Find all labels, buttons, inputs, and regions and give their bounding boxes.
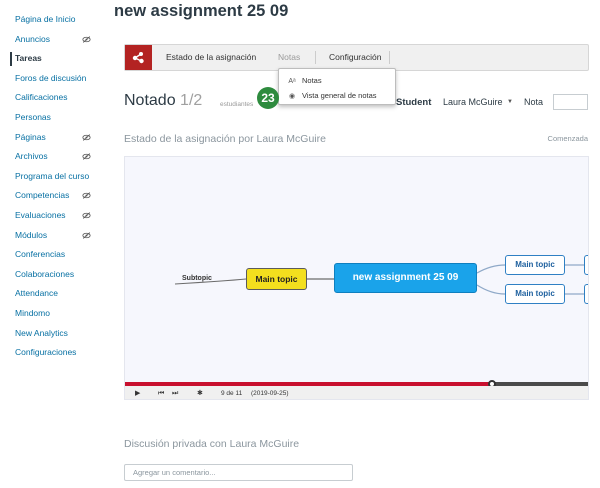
sidebar-item-label: Personas (15, 111, 51, 122)
sidebar-item-label: Competencias (15, 190, 70, 201)
tab-notes[interactable]: Notas (278, 45, 300, 70)
sidebar-item-label: Páginas (15, 131, 46, 142)
graded-label: Notado (124, 92, 176, 109)
graded-summary: Notado 1/2 (124, 92, 202, 110)
step-badge: 23 (257, 87, 279, 109)
play-icon[interactable]: ▶ (135, 388, 140, 399)
sidebar-item-label: Foros de discusión (15, 72, 87, 83)
tab-configuration[interactable]: Configuración (329, 45, 381, 70)
menu-item-overview-label: Vista general de notas (302, 91, 377, 100)
mindmap-subtopic[interactable]: Subtopic (182, 275, 212, 282)
sidebar-item[interactable]: Colaboraciones (0, 265, 100, 285)
sidebar-item-label: New Analytics (15, 327, 68, 338)
mindmap-left-topic[interactable]: Main topic (246, 268, 307, 290)
toolbar-divider (389, 51, 390, 64)
mindmap-right-topic-1[interactable]: Main topic (505, 255, 565, 275)
sidebar-item-label: Página de Inicio (15, 14, 76, 24)
eye-slash-icon (82, 35, 91, 43)
sidebar-item[interactable]: Evaluaciones (0, 206, 100, 226)
assignment-status-heading: Estado de la asignación por Laura McGuir… (124, 133, 326, 145)
private-discussion-heading: Discusión privada con Laura McGuire (124, 438, 300, 450)
sidebar-item[interactable]: Anuncios (0, 30, 100, 50)
sidebar-item[interactable]: New Analytics (0, 324, 100, 344)
gear-icon[interactable]: ✱ (197, 388, 203, 399)
sidebar-item[interactable]: Mindomo (0, 304, 100, 324)
mindomo-logo-icon[interactable] (125, 45, 152, 70)
mindmap-central-topic[interactable]: new assignment 25 09 (334, 263, 477, 293)
step-date: (2019-09-25) (251, 390, 289, 397)
eye-slash-icon (82, 133, 91, 141)
notes-dropdown-menu: Aᵃ Notas ◉ Vista general de notas (278, 68, 396, 105)
sidebar-item-label: Programa del curso (15, 170, 90, 181)
sidebar-item[interactable]: Página de Inicio (0, 10, 100, 30)
sidebar-item[interactable]: Archivos (0, 147, 100, 167)
mindmap-offscreen-node[interactable] (584, 284, 588, 304)
sidebar-item[interactable]: Attendance (0, 284, 100, 304)
skip-previous-icon[interactable]: ⏮ (158, 388, 164, 399)
sidebar-item[interactable]: Tareas (0, 49, 100, 69)
sidebar-item[interactable]: Personas (0, 108, 100, 128)
eye-icon: ◉ (288, 93, 296, 100)
grade-label: Nota (524, 97, 544, 107)
mindmap-viewer[interactable]: Subtopic Main topic new assignment 25 09… (124, 156, 589, 400)
sidebar-item[interactable]: Programa del curso (0, 167, 100, 187)
chevron-down-icon[interactable]: ▼ (507, 99, 513, 105)
sidebar-item-label: Mindomo (15, 307, 50, 318)
tab-assignment-status[interactable]: Estado de la asignación (166, 45, 256, 70)
sidebar-item[interactable]: Configuraciones (0, 343, 100, 363)
eye-slash-icon (82, 153, 91, 160)
sidebar-item-label: Attendance (15, 288, 59, 299)
sidebar-item-label: Configuraciones (15, 347, 77, 358)
grade-input[interactable] (553, 94, 588, 110)
sidebar-item[interactable]: Páginas (0, 128, 100, 148)
eye-slash-icon (82, 192, 91, 200)
sidebar-item-label: Evaluaciones (15, 209, 66, 220)
sidebar-item-label: Anuncios (15, 33, 50, 44)
menu-item-notes-label: Notas (302, 76, 322, 85)
sidebar-item-label: Módulos (15, 229, 48, 240)
sidebar-item[interactable]: Módulos (0, 226, 100, 246)
eye-slash-icon (82, 212, 91, 219)
sidebar-item-label: Conferencias (15, 249, 66, 260)
mindmap-offscreen-node[interactable] (584, 255, 588, 275)
graded-count: 1/2 (180, 92, 203, 109)
menu-item-notes[interactable]: Aᵃ Notas (287, 75, 322, 87)
mindmap-right-topic-2[interactable]: Main topic (505, 284, 565, 304)
sidebar-item-label: Colaboraciones (15, 268, 75, 279)
page-title: new assignment 25 09 (114, 2, 289, 20)
sidebar-item-label: Tareas (15, 53, 42, 64)
sidebar-item[interactable]: Foros de discusión (0, 69, 100, 89)
toolbar-divider (315, 51, 316, 64)
sidebar-item[interactable]: Conferencias (0, 245, 100, 265)
students-label: estudiantes (220, 101, 254, 108)
text-size-icon: Aᵃ (288, 78, 296, 85)
playback-controls: ▶ ⏮ ⏭ ✱ 9 de 11 (2019-09-25) (125, 386, 588, 399)
comment-input[interactable] (124, 464, 353, 481)
skip-next-icon[interactable]: ⏭ (172, 388, 178, 399)
sidebar-item-label: Archivos (15, 151, 48, 162)
step-counter: 9 de 11 (221, 390, 243, 397)
status-badge: Comenzada (547, 134, 588, 143)
sidebar-item[interactable]: Competencias (0, 186, 100, 206)
student-label: Student (396, 97, 432, 108)
sidebar-item[interactable]: Calificaciones (0, 88, 100, 108)
menu-item-notes-overview[interactable]: ◉ Vista general de notas (287, 90, 377, 102)
eye-slash-icon (82, 231, 91, 239)
sidebar-item-label: Calificaciones (15, 92, 68, 103)
course-navigation: Página de Inicio Anuncios Tareas Foros de d… (0, 10, 100, 363)
student-selector[interactable]: Laura McGuire (443, 97, 503, 107)
tool-toolbar: Estado de la asignación Notas Configurac… (124, 44, 589, 71)
